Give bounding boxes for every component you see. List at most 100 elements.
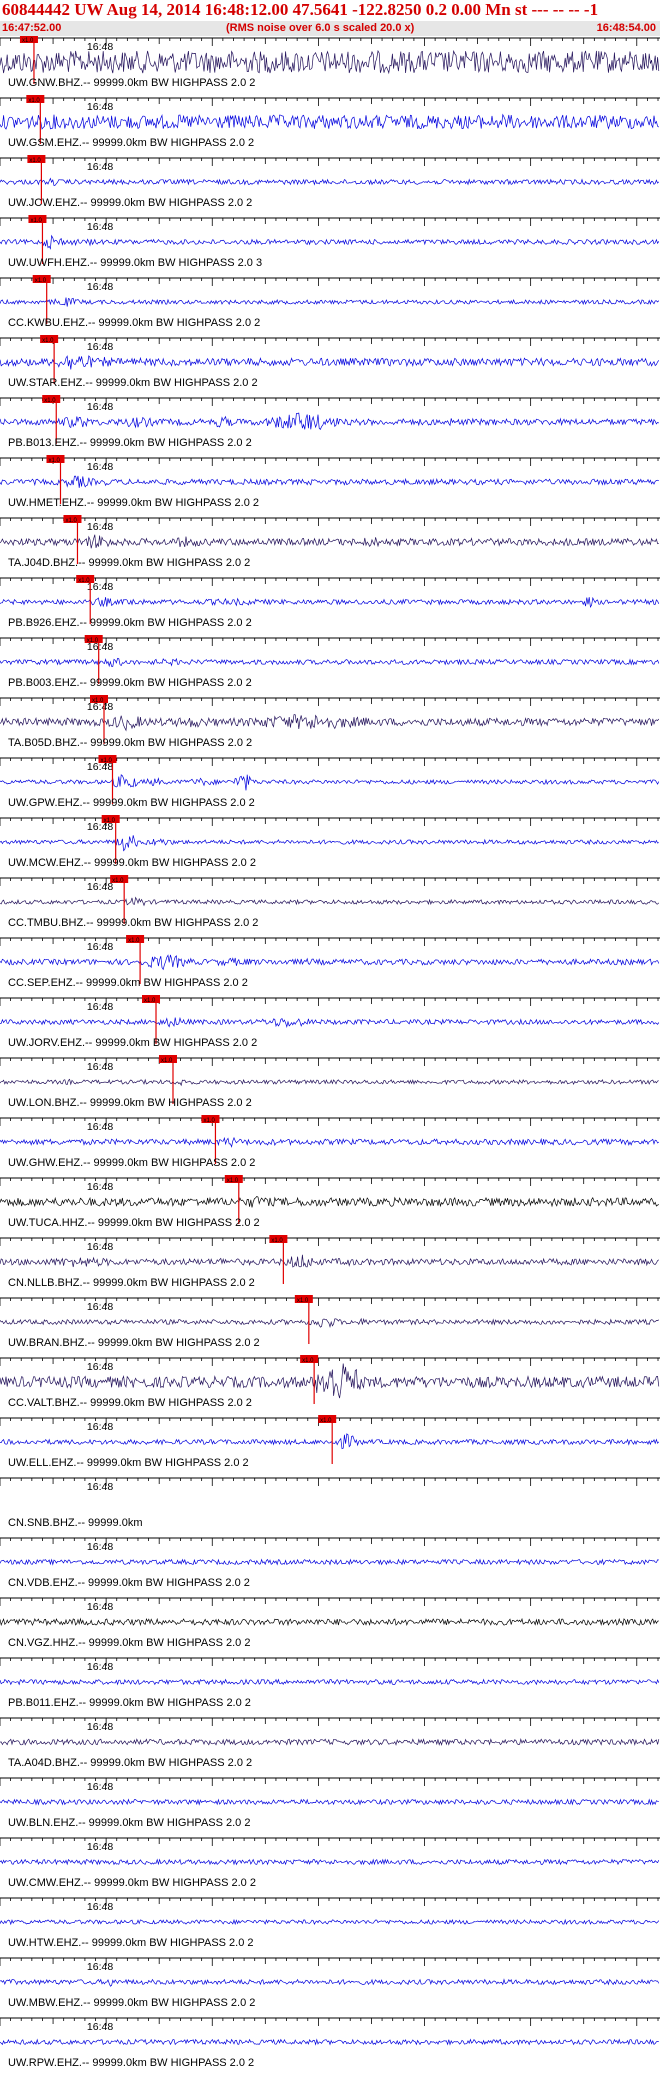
waveform-trace: [0, 475, 659, 488]
time-label: 16:48: [87, 1361, 113, 1373]
pick-label: x1.0: [227, 1178, 239, 1184]
waveform-trace: [0, 1798, 659, 1806]
pick-label: x1.0: [297, 1298, 309, 1304]
time-label: 16:48: [87, 1181, 113, 1193]
time-label: 16:48: [87, 221, 113, 233]
pick-label: x1.0: [22, 38, 34, 44]
channel-label: UW.MBW.EHZ.-- 99999.0km BW HIGHPASS 2.0 …: [8, 1997, 255, 2009]
pick-label: x1.0: [100, 758, 112, 764]
channel-label: UW.JCW.EHZ.-- 99999.0km BW HIGHPASS 2.0 …: [8, 197, 252, 209]
waveform-trace: [0, 1195, 659, 1208]
channel-label: UW.MCW.EHZ.-- 99999.0km BW HIGHPASS 2.0 …: [8, 857, 256, 869]
time-label: 16:48: [87, 1481, 113, 1493]
waveform-trace: [0, 774, 660, 791]
waveform-trace: [0, 2038, 659, 2046]
waveform-trace: [0, 896, 660, 907]
channel-label: TA.B05D.BHZ.-- 99999.0km BW HIGHPASS 2.0…: [8, 737, 252, 749]
pick-label: x1.0: [271, 1238, 283, 1244]
channel-label: UW.GHW.EHZ.-- 99999.0km BW HIGHPASS 2.0 …: [8, 1157, 255, 1169]
seismogram-plot: 16:48 x1.0 UW.GNW.BHZ.-- 99999.0km BW HIGH…: [0, 36, 660, 2069]
time-label: 16:48: [87, 461, 113, 473]
start-time: 16:47:52.00: [2, 22, 62, 34]
time-label: 16:48: [87, 881, 113, 893]
channel-label: PB.B013.EHZ.-- 99999.0km BW HIGHPASS 2.0…: [8, 437, 252, 449]
channel-label: UW.JORV.EHZ.-- 99999.0km BW HIGHPASS 2.0…: [8, 1037, 257, 1049]
waveform-trace: [0, 234, 660, 250]
pick-label: x1.0: [29, 158, 41, 164]
waveform-trace: [0, 1016, 660, 1029]
channel-label: CN.SNB.BHZ.-- 99999.0km: [8, 1517, 142, 1529]
waveform-trace: [0, 1433, 660, 1450]
waveform-trace: [0, 1858, 660, 1866]
waveform-trace: [0, 1558, 659, 1566]
waveform-trace: [0, 954, 660, 971]
channel-label: UW.STAR.EHZ.-- 99999.0km BW HIGHPASS 2.0…: [8, 377, 258, 389]
pick-label: x1.0: [42, 338, 54, 344]
pick-label: x1.0: [92, 698, 104, 704]
channel-label: UW.BRAN.BHZ.-- 99999.0km BW HIGHPASS 2.0…: [8, 1337, 260, 1349]
waveform-trace: [0, 297, 660, 307]
pick-label: x1.0: [48, 458, 60, 464]
channel-label: TA.A04D.BHZ.-- 99999.0km BW HIGHPASS 2.0…: [8, 1757, 252, 1769]
pick-label: x1.0: [112, 878, 124, 884]
channel-label: PB.B926.EHZ.-- 99999.0km BW HIGHPASS 2.0…: [8, 617, 252, 629]
time-label: 16:48: [87, 521, 113, 533]
time-label: 16:48: [87, 1241, 113, 1253]
time-label: 16:48: [87, 1421, 113, 1433]
waveform-trace: [0, 1678, 660, 1686]
time-label: 16:48: [87, 1841, 113, 1853]
time-label: 16:48: [87, 1301, 113, 1313]
waveform-trace: [0, 355, 660, 370]
time-label: 16:48: [87, 401, 113, 413]
pick-label: x1.0: [28, 98, 40, 104]
pick-label: x1.0: [203, 1118, 215, 1124]
time-label: 16:48: [87, 41, 113, 53]
channel-label: UW.BLN.EHZ.-- 99999.0km BW HIGHPASS 2.0 …: [8, 1817, 250, 1829]
time-label: 16:48: [87, 1001, 113, 1013]
waveform-trace: [0, 835, 659, 852]
channel-label: UW.HMET.EHZ.-- 99999.0km BW HIGHPASS 2.0…: [8, 497, 259, 509]
waveform-trace: [0, 177, 660, 187]
channel-label: TA.J04D.BHZ.-- 99999.0km BW HIGHPASS 2.0…: [8, 557, 250, 569]
time-label: 16:48: [87, 1721, 113, 1733]
pick-label: x1.0: [78, 578, 90, 584]
waveform-trace: [0, 49, 660, 75]
waveform-trace: [0, 1078, 659, 1087]
event-title: 60844442 UW Aug 14, 2014 16:48:12.00 47.…: [2, 0, 599, 19]
waveform-trace: [0, 1136, 660, 1148]
channel-label: UW.UWFH.EHZ.-- 99999.0km BW HIGHPASS 2.0…: [8, 257, 262, 269]
pick-label: x1.0: [104, 818, 116, 824]
time-label: 16:48: [87, 1601, 113, 1613]
channel-label: UW.HTW.EHZ.-- 99999.0km BW HIGHPASS 2.0 …: [8, 1937, 254, 1949]
channel-label: CC.SEP.EHZ.-- 99999.0km BW HIGHPASS 2.0 …: [8, 977, 248, 989]
channel-label: CC.TMBU.BHZ.-- 99999.0km BW HIGHPASS 2.0…: [8, 917, 258, 929]
channel-label: UW.ELL.EHZ.-- 99999.0km BW HIGHPASS 2.0 …: [8, 1457, 249, 1469]
channel-label: UW.CMW.EHZ.-- 99999.0km BW HIGHPASS 2.0 …: [8, 1877, 256, 1889]
channel-label: UW.GNW.BHZ.-- 99999.0km BW HIGHPASS 2.0 …: [8, 77, 255, 89]
pick-label: x1.0: [44, 398, 56, 404]
time-label: 16:48: [87, 1781, 113, 1793]
waveform-trace: [0, 596, 660, 609]
channel-label: PB.B003.EHZ.-- 99999.0km BW HIGHPASS 2.0…: [8, 677, 252, 689]
channel-label: UW.GPW.EHZ.-- 99999.0km BW HIGHPASS 2.0 …: [8, 797, 255, 809]
time-label: 16:48: [87, 1661, 113, 1673]
waveform-trace: [0, 113, 659, 130]
end-time: 16:48:54.00: [596, 22, 656, 34]
channel-label: CN.VDB.EHZ.-- 99999.0km BW HIGHPASS 2.0 …: [8, 1577, 250, 1589]
waveform-trace: [0, 1738, 660, 1747]
pick-label: x1.0: [87, 638, 99, 644]
channel-label: CC.VALT.BHZ.-- 99999.0km BW HIGHPASS 2.0…: [8, 1397, 252, 1409]
pick-label: x1.0: [35, 278, 47, 284]
channel-label: UW.TUCA.HHZ.-- 99999.0km BW HIGHPASS 2.0…: [8, 1217, 260, 1229]
channel-label: CN.VGZ.HHZ.-- 99999.0km BW HIGHPASS 2.0 …: [8, 1637, 250, 1649]
time-label: 16:48: [87, 101, 113, 113]
time-label: 16:48: [87, 1061, 113, 1073]
pick-label: x1.0: [320, 1418, 332, 1424]
waveform-trace: [0, 1254, 659, 1268]
time-label: 16:48: [87, 1961, 113, 1973]
waveform-trace: [0, 412, 659, 430]
pick-label: x1.0: [128, 938, 140, 944]
scaling-note: (RMS noise over 6.0 s scaled 20.0 x): [226, 22, 415, 34]
waveform-trace: [0, 1617, 659, 1627]
channel-label: PB.B011.EHZ.-- 99999.0km BW HIGHPASS 2.0…: [8, 1697, 251, 1709]
